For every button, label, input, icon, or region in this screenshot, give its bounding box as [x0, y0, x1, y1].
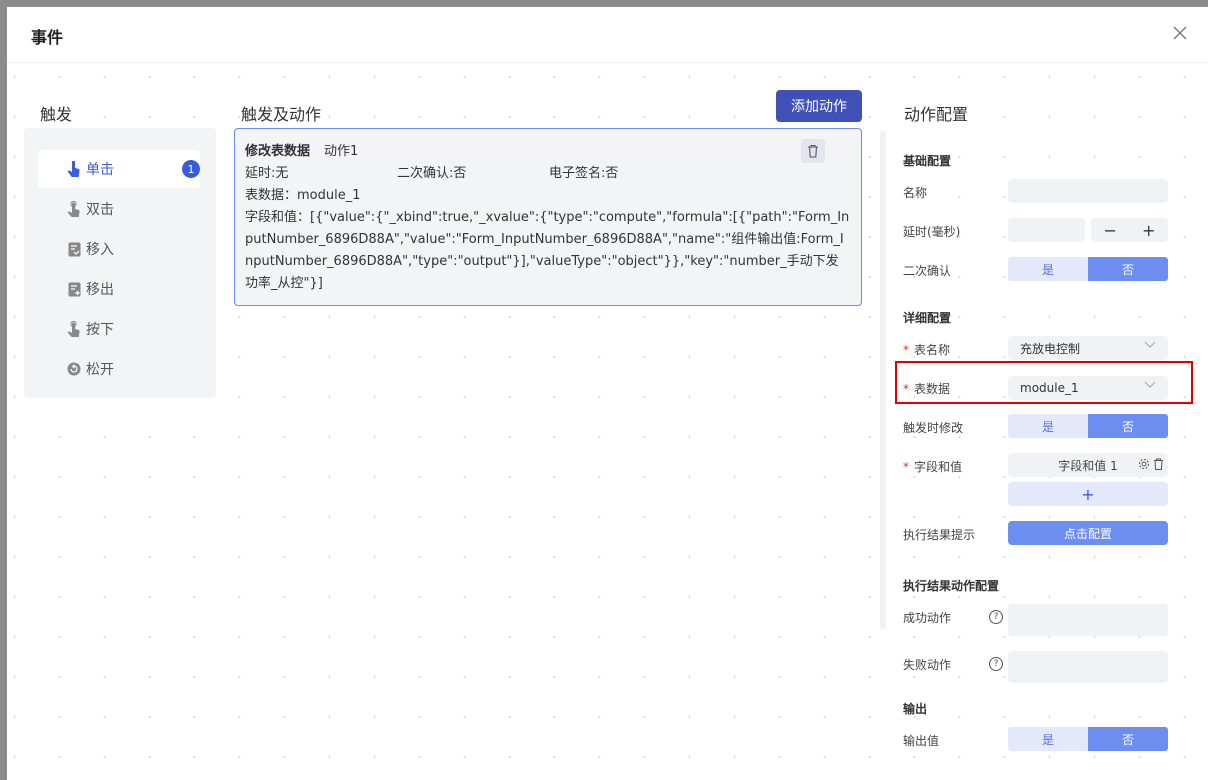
basic-config-title: 基础配置	[903, 154, 952, 168]
help-icon[interactable]: ?	[989, 610, 1003, 624]
plus-icon: +	[1081, 484, 1095, 504]
highlight-box	[895, 361, 1193, 404]
trigger-count-badge: 1	[182, 160, 200, 178]
delay-input[interactable]	[1008, 218, 1085, 242]
chevron-down-icon	[1144, 341, 1156, 348]
modify-on-trigger-label: 触发时修改	[903, 421, 964, 435]
add-action-button[interactable]: 添加动作	[776, 90, 862, 122]
action-card[interactable]: 修改表数据 动作1 延时:无 二次确认:否 电子签名:否 表数据：module_…	[234, 128, 862, 306]
modify-yes-option[interactable]: 是	[1008, 414, 1088, 438]
hand-press-icon	[66, 320, 82, 338]
trigger-item-release[interactable]: 松开	[38, 350, 200, 388]
trigger-item-label: 按下	[86, 322, 114, 338]
trigger-item-label: 双击	[86, 202, 114, 218]
help-icon[interactable]: ?	[989, 657, 1003, 671]
fail-action-input[interactable]	[1008, 651, 1168, 683]
action-signature: 电子签名:否	[549, 166, 619, 181]
trash-icon[interactable]	[1153, 458, 1164, 470]
hand-tap-icon	[66, 160, 82, 178]
doc-in-icon	[66, 240, 82, 258]
delay-stepper: − +	[1091, 218, 1168, 242]
action-name: 动作1	[324, 144, 359, 159]
confirm-no-option[interactable]: 否	[1088, 257, 1168, 281]
output-title: 输出	[903, 702, 928, 716]
trigger-item-label: 松开	[86, 362, 114, 378]
trigger-column-title: 触发	[40, 105, 73, 124]
actions-column-title: 触发及动作	[241, 105, 322, 124]
modify-on-trigger-toggle: 是 否	[1008, 414, 1168, 438]
release-icon	[66, 360, 82, 378]
trigger-item-click[interactable]: 单击 1	[38, 150, 200, 188]
output-value-toggle: 是 否	[1008, 727, 1168, 751]
delay-label: 延时(毫秒)	[903, 225, 961, 239]
trash-icon	[808, 144, 818, 158]
action-table-data: 表数据：module_1	[245, 188, 361, 203]
trigger-item-double-click[interactable]: 双击	[38, 190, 200, 228]
output-value-label: 输出值	[903, 734, 940, 748]
fields-label: * 字段和值	[903, 460, 963, 474]
dialog-header: 事件	[7, 7, 1208, 63]
trigger-item-mouse-out[interactable]: 移出	[38, 270, 200, 308]
plus-icon[interactable]: +	[1142, 221, 1155, 240]
doc-out-icon	[66, 280, 82, 298]
trigger-list: 单击 1 双击 移入 移出 按下 松开	[24, 128, 216, 398]
table-name-select[interactable]: 充放电控制	[1008, 336, 1168, 360]
dialog-title: 事件	[31, 28, 64, 47]
success-action-label: 成功动作	[903, 611, 952, 625]
close-icon[interactable]	[1172, 25, 1188, 41]
trigger-item-mouse-in[interactable]: 移入	[38, 230, 200, 268]
result-action-title: 执行结果动作配置	[903, 579, 1000, 593]
action-fields: 字段和值：[{"value":{"_xbind":true,"_xvalue":…	[245, 210, 850, 291]
add-field-button[interactable]: +	[1008, 482, 1168, 506]
output-yes-option[interactable]: 是	[1008, 727, 1088, 751]
action-type: 修改表数据	[245, 144, 311, 159]
action-confirm: 二次确认:否	[397, 166, 467, 181]
output-no-option[interactable]: 否	[1088, 727, 1168, 751]
confirm-label: 二次确认	[903, 264, 952, 278]
trigger-item-label: 单击	[86, 162, 114, 178]
name-label: 名称	[903, 186, 928, 200]
result-tip-label: 执行结果提示	[903, 528, 976, 542]
trigger-item-label: 移入	[86, 242, 114, 258]
field-value-item[interactable]: 字段和值 1	[1008, 453, 1168, 477]
trigger-item-press[interactable]: 按下	[38, 310, 200, 348]
action-delay: 延时:无	[245, 166, 289, 181]
gear-icon[interactable]	[1138, 458, 1150, 470]
minus-icon[interactable]: −	[1104, 221, 1117, 240]
action-config-panel: 基础配置 名称 延时(毫秒) − + 二次确认 是 否 详细配置 * 表名称 充放…	[880, 90, 1201, 773]
trigger-item-label: 移出	[86, 282, 114, 298]
click-config-button[interactable]: 点击配置	[1008, 521, 1168, 545]
fail-action-label: 失败动作	[903, 658, 952, 672]
confirm-yes-option[interactable]: 是	[1008, 257, 1088, 281]
config-scrollbar[interactable]	[880, 130, 886, 630]
success-action-input[interactable]	[1008, 604, 1168, 636]
confirm-toggle: 是 否	[1008, 257, 1168, 281]
table-name-label: * 表名称	[903, 343, 951, 357]
detail-config-title: 详细配置	[903, 311, 952, 325]
name-input[interactable]	[1008, 179, 1168, 203]
delete-action-button[interactable]	[801, 139, 825, 163]
hand-double-tap-icon	[66, 200, 82, 218]
modify-no-option[interactable]: 否	[1088, 414, 1168, 438]
